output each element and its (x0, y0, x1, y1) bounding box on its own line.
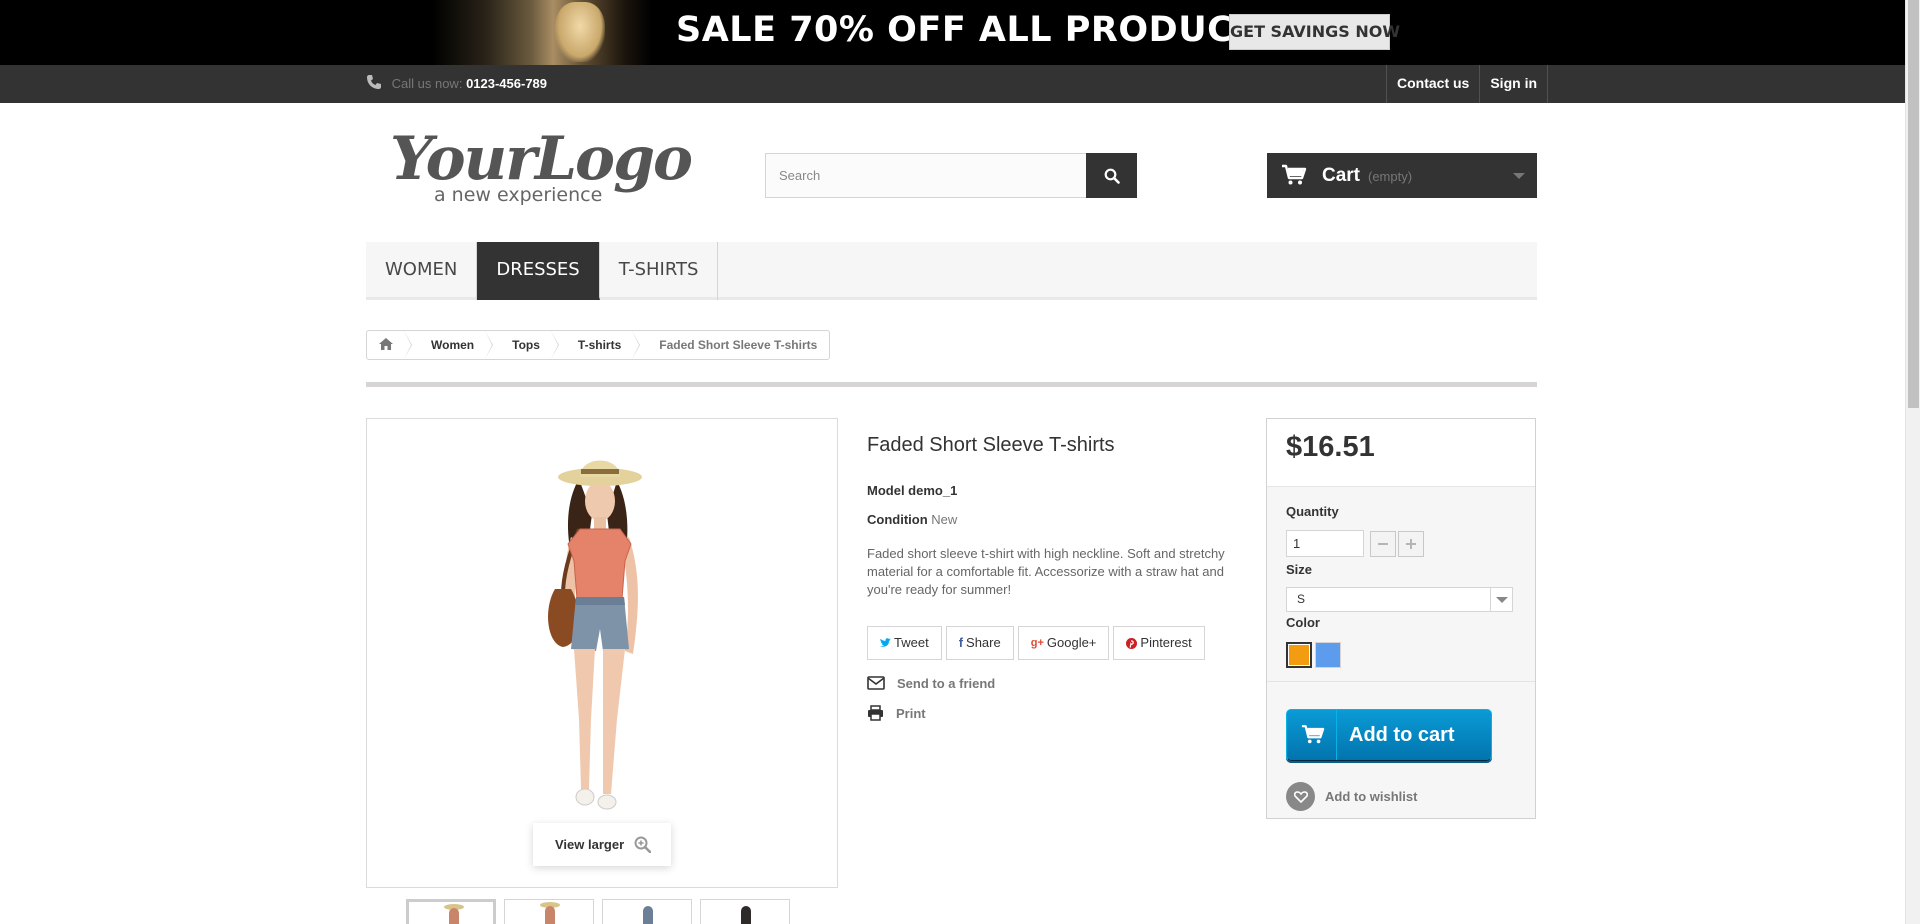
share-label: Share (966, 635, 1001, 650)
add-to-wishlist-link[interactable]: Add to wishlist (1286, 782, 1417, 811)
twitter-icon (880, 638, 891, 647)
site-logo[interactable]: YourLogo a new experience (390, 120, 693, 210)
product-price: $16.51 (1286, 431, 1375, 463)
view-larger-button[interactable]: View larger (533, 823, 671, 866)
product-title: Faded Short Sleeve T-shirts (867, 434, 1115, 456)
size-label: Size (1286, 562, 1313, 577)
shopping-cart-icon (1301, 725, 1325, 744)
thumbnail-strip (406, 899, 790, 924)
breadcrumb-item-women[interactable]: Women (411, 331, 494, 359)
buy-box: $16.51 Quantity 1 Size S Color Add to ca… (1266, 418, 1536, 819)
zoom-in-icon (634, 836, 651, 853)
condition-value: New (931, 512, 958, 527)
facebook-share-button[interactable]: f Share (945, 626, 1014, 660)
thumbnail[interactable] (406, 899, 496, 924)
home-icon (379, 338, 393, 350)
breadcrumb-home[interactable] (367, 331, 412, 359)
minus-icon (1378, 543, 1388, 545)
page-scrollbar[interactable] (1905, 0, 1920, 924)
product-condition: Condition New (867, 512, 957, 527)
quantity-label: Quantity (1286, 504, 1339, 519)
get-savings-button[interactable]: GET SAVINGS NOW (1229, 14, 1400, 50)
heart-icon (1286, 782, 1315, 811)
facebook-icon: f (958, 635, 964, 650)
add-to-cart-label: Add to cart (1349, 724, 1455, 746)
send-to-friend-link[interactable]: Send to a friend (867, 673, 995, 693)
menu-item-tshirts[interactable]: T-SHIRTS (600, 242, 719, 300)
search-input[interactable] (765, 153, 1086, 198)
banner-headline: SALE 70% OFF ALL PRODUCTS (676, 10, 1284, 50)
pinterest-icon (1126, 637, 1138, 649)
button-divider (1336, 710, 1337, 760)
cart-label: Cart (1322, 165, 1361, 186)
pinterest-button[interactable]: Pinterest (1113, 626, 1205, 660)
breadcrumb-item-tops[interactable]: Tops (492, 331, 559, 359)
google-plus-label: Google+ (1046, 635, 1097, 650)
quantity-input[interactable]: 1 (1286, 530, 1364, 557)
add-to-cart-button[interactable]: Add to cart (1286, 709, 1492, 761)
color-swatch-blue[interactable] (1315, 642, 1341, 668)
call-us: Call us now: 0123-456-789 (366, 65, 547, 103)
thumbnail[interactable] (504, 899, 594, 924)
google-plus-button[interactable]: g+ Google+ (1017, 626, 1110, 660)
plus-icon (1406, 539, 1416, 549)
call-label: Call us now: (391, 76, 463, 91)
tweet-button[interactable]: Tweet (867, 626, 942, 660)
wishlist-label: Add to wishlist (1325, 789, 1418, 804)
condition-label: Condition (867, 512, 928, 527)
thumbnail[interactable] (602, 899, 692, 924)
banner-model-photo (432, 0, 652, 65)
menu-item-women[interactable]: WOMEN (366, 242, 478, 300)
phone-icon (367, 75, 381, 89)
product-model: Model demo_1 (867, 483, 958, 498)
banner-model-hair (555, 2, 605, 62)
social-share: Tweet f Share g+ Google+ Pinterest (867, 626, 1205, 660)
shopping-cart-icon (1282, 164, 1307, 185)
size-select[interactable]: S (1286, 587, 1513, 612)
quantity-decrease-button[interactable] (1370, 531, 1396, 557)
chevron-down-icon (1490, 588, 1512, 611)
print-link[interactable]: Print (867, 703, 926, 723)
tweet-label: Tweet (894, 635, 929, 650)
quantity-increase-button[interactable] (1398, 531, 1424, 557)
main-menu: WOMEN DRESSES T-SHIRTS (366, 242, 1537, 300)
view-larger-label: View larger (555, 837, 625, 852)
search-bar (765, 153, 1137, 198)
chevron-down-icon (1513, 173, 1525, 179)
content-divider (366, 382, 1537, 387)
breadcrumb: Women Tops T-shirts Faded Short Sleeve T… (366, 330, 831, 360)
sign-in-link[interactable]: Sign in (1479, 65, 1549, 103)
product-model-photo (548, 460, 642, 810)
product-description: Faded short sleeve t-shirt with high nec… (867, 546, 1225, 597)
print-label: Print (896, 705, 926, 721)
menu-item-dresses[interactable]: DRESSES (477, 242, 600, 300)
search-button[interactable] (1086, 153, 1137, 198)
thumbnail[interactable] (700, 899, 790, 924)
breadcrumb-item-tshirts[interactable]: T-shirts (558, 331, 641, 359)
contact-us-link[interactable]: Contact us (1386, 65, 1479, 103)
envelope-icon (867, 676, 885, 690)
printer-icon (868, 705, 883, 721)
cart-button[interactable]: Cart (empty) (1267, 153, 1537, 198)
send-to-friend-label: Send to a friend (897, 675, 996, 691)
breadcrumb-current: Faded Short Sleeve T-shirts (659, 338, 818, 352)
logo-tagline: a new experience (434, 184, 603, 206)
price-area: $16.51 (1267, 419, 1535, 487)
product-image[interactable] (366, 418, 838, 888)
color-swatch-orange[interactable] (1286, 642, 1312, 668)
phone-number: 0123-456-789 (466, 76, 548, 91)
pinterest-label: Pinterest (1140, 635, 1192, 650)
promo-banner[interactable]: SALE 70% OFF ALL PRODUCTS GET SAVINGS NO… (0, 0, 1905, 65)
account-links: Contact us Sign in (1386, 65, 1549, 103)
google-plus-icon: g+ (1030, 637, 1044, 649)
top-navbar: Call us now: 0123-456-789 Contact us Sig… (0, 65, 1905, 103)
search-icon (1104, 168, 1120, 184)
scrollbar-thumb[interactable] (1908, 0, 1919, 408)
color-label: Color (1286, 615, 1320, 630)
cart-status: (empty) (1368, 169, 1413, 184)
size-value: S (1297, 592, 1306, 606)
